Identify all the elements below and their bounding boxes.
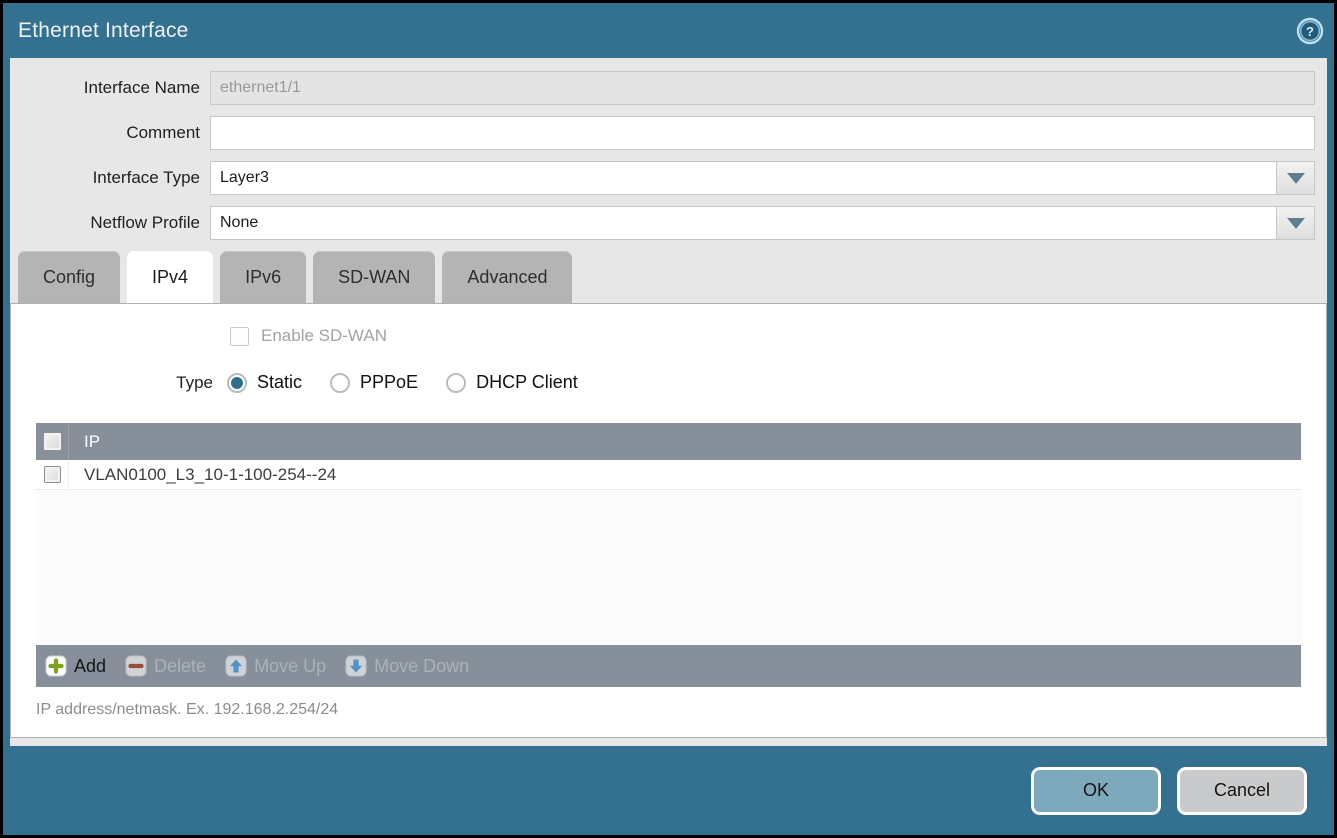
netflow-profile-label: Netflow Profile	[10, 213, 210, 233]
netflow-profile-dropdown-button[interactable]	[1277, 206, 1315, 240]
ip-table: IP VLAN0100_L3_10-1-100-254--24	[36, 423, 1301, 687]
netflow-profile-value[interactable]: None	[210, 206, 1277, 240]
form-row-interface-type: Interface Type Layer3	[10, 161, 1315, 195]
ipv4-tab-panel: Enable SD-WAN Type Static PPPoE DHCP Cli…	[10, 303, 1327, 738]
form-row-interface-name: Interface Name	[10, 71, 1315, 105]
chevron-down-icon	[1287, 173, 1305, 184]
cancel-button[interactable]: Cancel	[1177, 767, 1307, 815]
move-up-button[interactable]: Move Up	[225, 655, 326, 677]
row-checkbox-cell	[36, 460, 69, 489]
type-label: Type	[11, 373, 213, 393]
tab-sd-wan[interactable]: SD-WAN	[313, 251, 435, 303]
dialog-content: Interface Name Comment Interface Type La…	[10, 58, 1327, 746]
delete-button[interactable]: Delete	[125, 655, 206, 677]
delete-button-label: Delete	[154, 656, 206, 677]
plus-icon	[45, 655, 67, 677]
interface-type-label: Interface Type	[10, 168, 210, 188]
radio-pppoe[interactable]	[330, 373, 350, 393]
header-checkbox-cell	[36, 423, 69, 460]
radio-static-label: Static	[257, 372, 302, 393]
dialog-title: Ethernet Interface	[18, 19, 189, 43]
radio-pppoe-label: PPPoE	[360, 372, 418, 393]
tab-config[interactable]: Config	[18, 251, 120, 303]
ethernet-interface-dialog: Ethernet Interface ? Interface Name Comm…	[0, 0, 1337, 838]
form-row-netflow-profile: Netflow Profile None	[10, 206, 1315, 240]
tab-ipv6[interactable]: IPv6	[220, 251, 306, 303]
row-ip-value: VLAN0100_L3_10-1-100-254--24	[69, 465, 336, 485]
move-down-button-label: Move Down	[374, 656, 469, 677]
enable-sdwan-label: Enable SD-WAN	[261, 326, 387, 346]
table-empty-area	[36, 490, 1301, 645]
arrow-down-icon	[345, 655, 367, 677]
tab-ipv4[interactable]: IPv4	[127, 251, 213, 303]
select-all-checkbox[interactable]	[43, 432, 62, 451]
add-button[interactable]: Add	[45, 655, 106, 677]
radio-dhcp-client[interactable]	[446, 373, 466, 393]
tab-strip: Config IPv4 IPv6 SD-WAN Advanced	[10, 251, 1327, 303]
table-toolbar: Add Delete Move Up	[36, 645, 1301, 687]
ip-column-header: IP	[69, 432, 100, 452]
radio-static[interactable]	[227, 373, 247, 393]
comment-field[interactable]	[210, 116, 1315, 150]
enable-sdwan-checkbox[interactable]	[230, 327, 249, 346]
help-icon[interactable]: ?	[1296, 17, 1324, 45]
row-checkbox[interactable]	[44, 466, 61, 483]
ip-table-header: IP	[36, 423, 1301, 460]
radio-option-static[interactable]: Static	[227, 372, 302, 393]
dialog-footer: OK Cancel	[3, 746, 1334, 835]
tab-advanced[interactable]: Advanced	[442, 251, 572, 303]
comment-label: Comment	[10, 123, 210, 143]
move-up-button-label: Move Up	[254, 656, 326, 677]
enable-sdwan-row: Enable SD-WAN	[11, 326, 1326, 346]
form-row-comment: Comment	[10, 116, 1315, 150]
interface-name-label: Interface Name	[10, 78, 210, 98]
arrow-up-icon	[225, 655, 247, 677]
table-row[interactable]: VLAN0100_L3_10-1-100-254--24	[36, 460, 1301, 490]
radio-option-pppoe[interactable]: PPPoE	[330, 372, 418, 393]
svg-text:?: ?	[1306, 24, 1314, 39]
radio-option-dhcp-client[interactable]: DHCP Client	[446, 372, 578, 393]
interface-type-value[interactable]: Layer3	[210, 161, 1277, 195]
interface-type-dropdown-button[interactable]	[1277, 161, 1315, 195]
interface-name-field[interactable]	[210, 71, 1315, 105]
titlebar: Ethernet Interface ?	[3, 3, 1334, 58]
add-button-label: Add	[74, 656, 106, 677]
move-down-button[interactable]: Move Down	[345, 655, 469, 677]
type-row: Type Static PPPoE DHCP Client	[11, 372, 1326, 393]
ip-helper-text: IP address/netmask. Ex. 192.168.2.254/24	[36, 701, 1326, 719]
chevron-down-icon	[1287, 218, 1305, 229]
minus-icon	[125, 655, 147, 677]
radio-dhcp-client-label: DHCP Client	[476, 372, 578, 393]
ok-button[interactable]: OK	[1031, 767, 1161, 815]
